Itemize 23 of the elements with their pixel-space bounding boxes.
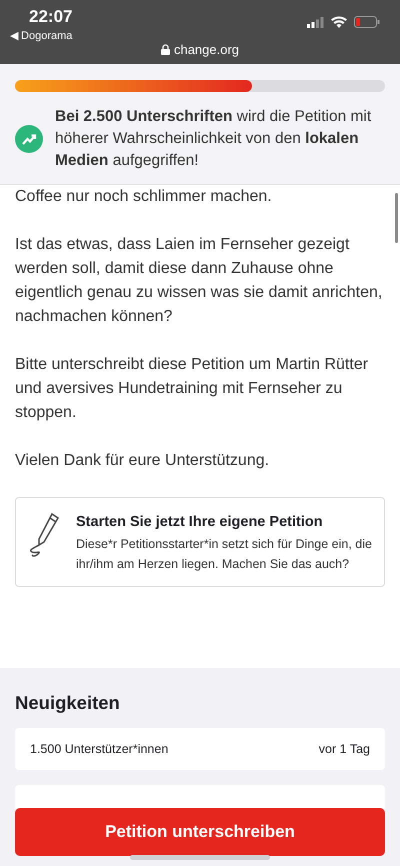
back-to-app-link[interactable]: ◀ Dogorama <box>10 29 72 42</box>
lock-icon <box>160 44 170 55</box>
petition-paragraph: Bitte unterschreibt diese Petition um Martin Rütter und aversives Hundetraining mit Fernseher zu stoppen. <box>15 355 370 423</box>
start-petition-card[interactable]: Starten Sie jetzt Ihre eigene Petition Diese*r Petitionsstarter*in setzt sich für Dinge ein, die ihr/ihm am Herzen liegen. Machen Sie das auch? <box>15 497 385 587</box>
update-text: 1.500 Unterstützer*innen <box>30 742 168 756</box>
trending-up-icon <box>15 125 43 153</box>
petition-paragraph: Vielen Dank für eure Unterstützung. <box>15 451 270 471</box>
update-time: vor 1 Tag <box>318 742 370 756</box>
signal-icon <box>307 16 324 28</box>
petition-paragraph: Coffee nur noch schlimmer machen. <box>15 187 273 207</box>
url-text[interactable]: change.org <box>174 42 240 57</box>
update-row[interactable]: 1.500 Unterstützer*innen vor 1 Tag <box>15 728 385 770</box>
petition-paragraph: Ist das etwas, dass Laien im Fernseher gezeigt werden soll, damit diese dann Zuhause ohne eigentlich genau zu wissen was sie damit anrichten, nachmachen können? <box>15 235 384 327</box>
clock-time: 22:07 <box>29 7 72 27</box>
scroll-indicator <box>395 193 398 243</box>
card-title: Starten Sie jetzt Ihre eigene Petition <box>76 514 324 530</box>
milestone-message: Bei 2.500 Unterschriften wird die Petition mit höherer Wahrscheinlichkeit von den lokalen Medien aufgegriffen! <box>55 107 372 171</box>
section-heading: Neuigkeiten <box>15 692 121 714</box>
battery-icon <box>354 16 380 28</box>
pen-icon <box>28 512 62 558</box>
sign-petition-button[interactable]: Petition unterschreiben <box>15 808 385 856</box>
wifi-icon <box>331 16 347 28</box>
card-description: Diese*r Petitionsstarter*in setzt sich für Dinge ein, die ihr/ihm am Herzen liegen. Machen Sie das auch? <box>76 536 372 573</box>
